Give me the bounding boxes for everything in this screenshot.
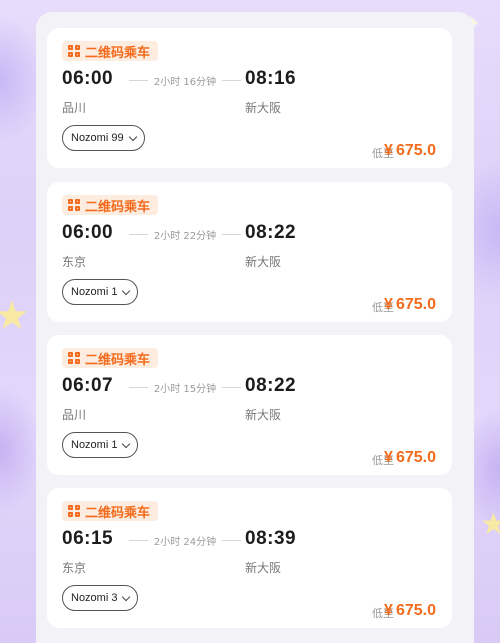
arrival-station: 新大阪 [245, 255, 282, 269]
chevron-down-icon [128, 132, 137, 141]
arrival-time: 08:22 [245, 375, 297, 396]
train-card[interactable]: 二维码乘车 06:15 2小时 24分钟 08:39 东京 新大阪 Nozomi… [47, 488, 452, 628]
departure-station: 东京 [62, 255, 87, 269]
badge-label: 二维码乘车 [85, 199, 151, 215]
departure-station: 品川 [62, 101, 87, 115]
qr-code-icon [68, 45, 80, 57]
trip-duration: 2小时 24分钟 [129, 533, 242, 548]
price: ¥675.0 [384, 296, 436, 313]
train-card[interactable]: 二维码乘车 06:07 2小时 15分钟 08:22 品川 新大阪 Nozomi… [47, 335, 452, 475]
train-list: 二维码乘车 06:00 2小时 16分钟 08:16 品川 新大阪 Nozomi… [36, 12, 474, 643]
qr-code-icon [68, 199, 80, 211]
qr-boarding-badge: 二维码乘车 [62, 501, 159, 521]
qr-code-icon [68, 505, 80, 517]
departure-time: 06:15 [62, 528, 114, 549]
price: ¥675.0 [384, 142, 436, 159]
qr-boarding-badge: 二维码乘车 [62, 41, 159, 61]
qr-boarding-badge: 二维码乘车 [62, 348, 159, 368]
badge-label: 二维码乘车 [85, 352, 151, 368]
chevron-down-icon [122, 439, 131, 448]
badge-label: 二维码乘车 [85, 45, 151, 61]
trip-duration: 2小时 15分钟 [129, 380, 242, 395]
train-number-button[interactable]: Nozomi 3 [62, 585, 139, 611]
train-number-button[interactable]: Nozomi 99 [62, 125, 145, 151]
train-number: Nozomi 3 [71, 592, 118, 604]
star-icon: ★ [480, 507, 500, 542]
arrival-station: 新大阪 [245, 408, 282, 422]
departure-station: 品川 [62, 408, 87, 422]
qr-boarding-badge: 二维码乘车 [62, 195, 159, 215]
arrival-time: 08:22 [245, 222, 297, 243]
train-number: Nozomi 1 [71, 439, 118, 451]
price: ¥675.0 [384, 602, 436, 619]
trip-duration: 2小时 16分钟 [129, 73, 242, 88]
arrival-station: 新大阪 [245, 101, 282, 115]
qr-code-icon [68, 352, 80, 364]
trip-duration: 2小时 22分钟 [129, 227, 242, 242]
departure-time: 06:00 [62, 222, 114, 243]
train-number-button[interactable]: Nozomi 1 [62, 279, 139, 305]
chevron-down-icon [122, 592, 131, 601]
train-card[interactable]: 二维码乘车 06:00 2小时 16分钟 08:16 品川 新大阪 Nozomi… [47, 28, 452, 168]
train-number-button[interactable]: Nozomi 1 [62, 432, 139, 458]
chevron-down-icon [122, 286, 131, 295]
train-card[interactable]: 二维码乘车 06:00 2小时 22分钟 08:22 东京 新大阪 Nozomi… [47, 182, 452, 322]
arrival-time: 08:39 [245, 528, 297, 549]
arrival-time: 08:16 [245, 68, 297, 89]
departure-station: 东京 [62, 561, 87, 575]
arrival-station: 新大阪 [245, 561, 282, 575]
departure-time: 06:07 [62, 375, 114, 396]
departure-time: 06:00 [62, 68, 114, 89]
star-icon: ★ [0, 293, 30, 339]
train-number: Nozomi 1 [71, 286, 118, 298]
price: ¥675.0 [384, 449, 436, 466]
badge-label: 二维码乘车 [85, 505, 151, 521]
train-number: Nozomi 99 [71, 132, 124, 144]
